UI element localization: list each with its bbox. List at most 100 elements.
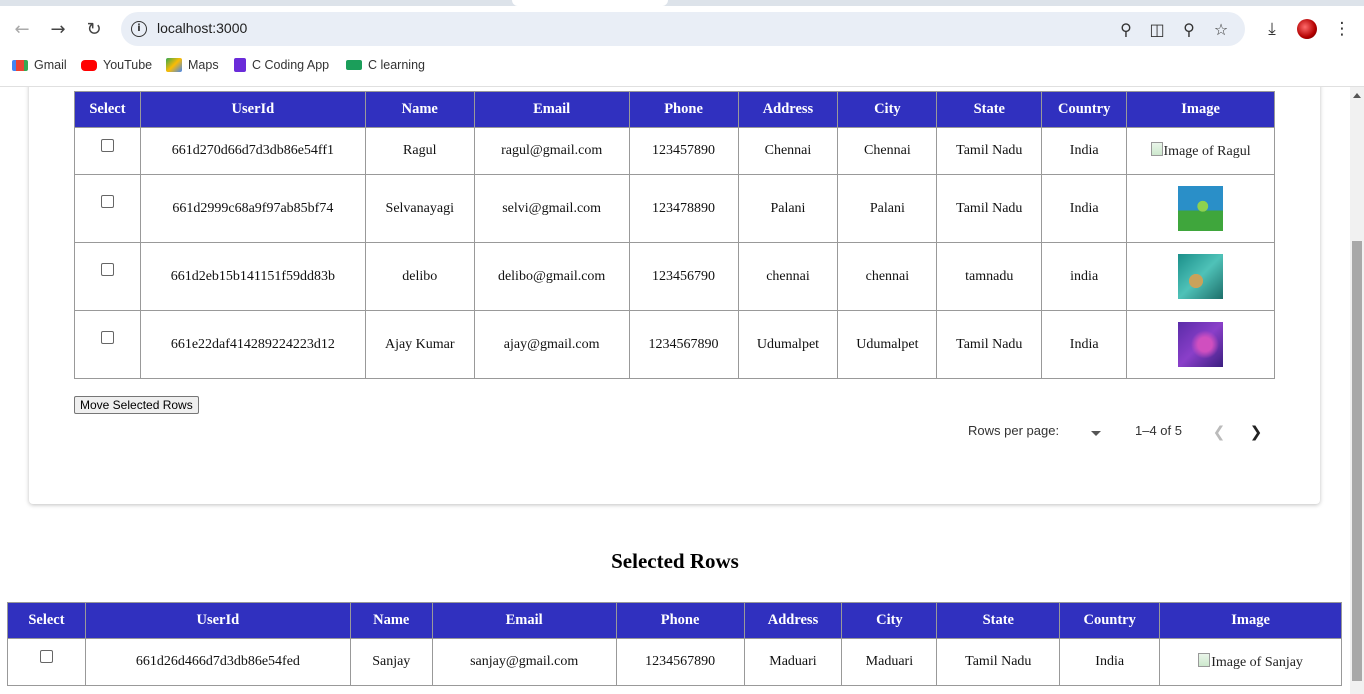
userid-cell: 661d2eb15b141151f59dd83b xyxy=(139,242,366,311)
col-header-phone: Phone xyxy=(615,602,745,639)
col-header-city: City xyxy=(841,602,938,639)
gmail-icon xyxy=(12,59,28,71)
previous-page-icon[interactable]: ❮ xyxy=(1208,421,1230,443)
scrollbar-thumb[interactable] xyxy=(1352,241,1362,681)
col-header-address: Address xyxy=(737,91,839,128)
city-cell: Maduari xyxy=(841,638,938,686)
select-cell xyxy=(74,174,141,243)
address-bar[interactable]: i localhost:3000 ⚲ ◫ ⚲ ☆ xyxy=(121,12,1245,46)
email-cell: selvi@gmail.com xyxy=(473,174,630,243)
col-header-phone: Phone xyxy=(628,91,739,128)
row-checkbox[interactable] xyxy=(100,262,114,276)
address-cell: Udumalpet xyxy=(737,310,839,379)
bookmark-c-learning[interactable]: C learning xyxy=(346,58,425,72)
broken-image: Image of Ragul xyxy=(1151,144,1251,159)
location-icon[interactable]: ⚲ xyxy=(1115,19,1137,39)
select-cell xyxy=(74,310,141,379)
selected-rows-title: Selected Rows xyxy=(611,549,739,573)
profile-avatar[interactable] xyxy=(1297,19,1317,39)
menu-kebab-icon[interactable]: ⋮ xyxy=(1329,18,1355,40)
name-cell: Ragul xyxy=(364,127,475,175)
col-header-city: City xyxy=(837,91,938,128)
users-table: Select UserId Name Email Phone Address C… xyxy=(74,91,1275,379)
email-cell: ragul@gmail.com xyxy=(473,127,630,175)
row-checkbox[interactable] xyxy=(100,330,114,344)
city-cell: chennai xyxy=(837,242,938,311)
col-header-state: State xyxy=(936,602,1061,639)
city-cell: Udumalpet xyxy=(837,310,938,379)
bookmark-label: Maps xyxy=(188,58,219,72)
bookmark-youtube[interactable]: YouTube xyxy=(81,58,152,72)
reload-icon[interactable]: ↻ xyxy=(80,16,108,42)
col-header-select: Select xyxy=(7,602,86,639)
image-cell: Image of Sanjay xyxy=(1159,638,1342,686)
name-cell: delibo xyxy=(364,242,475,311)
col-header-image: Image xyxy=(1126,91,1275,128)
name-cell: Selvanayagi xyxy=(364,174,475,243)
country-cell: India xyxy=(1041,127,1128,175)
rows-per-page-select[interactable] xyxy=(1084,425,1108,443)
bookmarks-bar: Gmail YouTube Maps C Coding App C learni… xyxy=(0,52,1364,80)
maps-icon xyxy=(166,58,182,72)
col-header-address: Address xyxy=(743,602,843,639)
page-scrollbar[interactable] xyxy=(1350,87,1364,694)
phone-cell: 123456790 xyxy=(628,242,739,311)
install-app-icon[interactable]: ◫ xyxy=(1146,19,1168,39)
download-icon[interactable]: ⤓ xyxy=(1259,18,1285,40)
name-cell: Sanjay xyxy=(349,638,433,686)
select-cell xyxy=(74,127,141,175)
move-selected-rows-button[interactable]: Move Selected Rows xyxy=(74,396,199,414)
youtube-icon xyxy=(81,59,97,71)
bookmark-star-icon[interactable]: ☆ xyxy=(1210,19,1232,39)
bookmark-gmail[interactable]: Gmail xyxy=(12,58,67,72)
userid-cell: 661d2999c68a9f97ab85bf74 xyxy=(139,174,366,243)
phone-cell: 1234567890 xyxy=(628,310,739,379)
row-checkbox[interactable] xyxy=(100,194,114,208)
email-cell: ajay@gmail.com xyxy=(473,310,630,379)
table-header-row: Select UserId Name Email Phone Address C… xyxy=(74,91,1275,128)
state-cell: Tamil Nadu xyxy=(936,638,1061,686)
select-cell xyxy=(74,242,141,311)
userid-cell: 661d270d66d7d3db86e54ff1 xyxy=(139,127,366,175)
col-header-country: Country xyxy=(1059,602,1161,639)
forward-icon[interactable]: → xyxy=(44,16,72,42)
image-cell xyxy=(1126,242,1275,311)
city-cell: Chennai xyxy=(837,127,938,175)
browser-toolbar: ← → ↻ i localhost:3000 ⚲ ◫ ⚲ ☆ ⤓ ⋮ xyxy=(0,6,1364,52)
city-cell: Palani xyxy=(837,174,938,243)
c-coding-app-icon xyxy=(234,58,246,72)
col-header-userid: UserId xyxy=(139,91,366,128)
state-cell: Tamil Nadu xyxy=(936,174,1043,243)
table-row: 661d26d466d7d3db86e54fed Sanjay sanjay@g… xyxy=(7,638,1342,686)
back-icon[interactable]: ← xyxy=(8,16,36,42)
bookmark-maps[interactable]: Maps xyxy=(166,58,219,72)
country-cell: india xyxy=(1041,242,1128,311)
col-header-country: Country xyxy=(1041,91,1128,128)
page-content: Select UserId Name Email Phone Address C… xyxy=(0,87,1350,694)
email-cell: sanjay@gmail.com xyxy=(431,638,617,686)
bookmark-label: YouTube xyxy=(103,58,153,72)
image-cell: Image of Ragul xyxy=(1126,127,1275,175)
bookmark-label: Gmail xyxy=(34,58,67,72)
url-text[interactable]: localhost:3000 xyxy=(157,20,247,36)
zoom-icon[interactable]: ⚲ xyxy=(1178,19,1200,39)
col-header-state: State xyxy=(936,91,1043,128)
next-page-icon[interactable]: ❯ xyxy=(1245,421,1267,443)
state-cell: Tamil Nadu xyxy=(936,127,1043,175)
row-checkbox[interactable] xyxy=(100,139,114,152)
select-cell xyxy=(7,638,86,686)
userid-cell: 661d26d466d7d3db86e54fed xyxy=(84,638,351,686)
address-cell: Palani xyxy=(737,174,839,243)
name-cell: Ajay Kumar xyxy=(364,310,475,379)
table-header-row: Select UserId Name Email Phone Address C… xyxy=(7,602,1342,639)
scroll-up-icon[interactable] xyxy=(1353,93,1361,98)
bookmark-label: C learning xyxy=(368,58,425,72)
c-learning-icon xyxy=(346,60,362,70)
user-thumbnail xyxy=(1178,254,1224,299)
site-info-icon[interactable]: i xyxy=(131,21,147,37)
rows-per-page-label: Rows per page: xyxy=(968,423,1060,438)
bookmark-label: C Coding App xyxy=(252,58,330,72)
country-cell: India xyxy=(1041,310,1128,379)
bookmark-c-coding-app[interactable]: C Coding App xyxy=(234,58,329,72)
row-checkbox[interactable] xyxy=(39,650,53,663)
